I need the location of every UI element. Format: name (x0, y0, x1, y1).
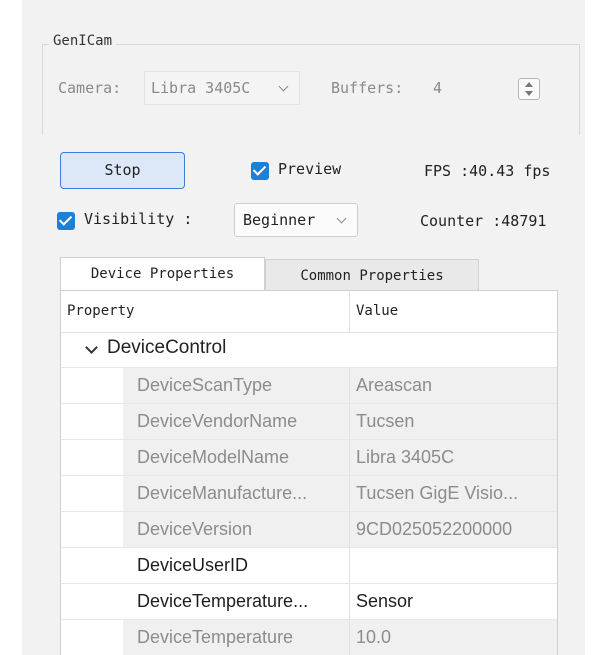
visibility-select[interactable]: Beginner (234, 203, 358, 237)
property-value-input[interactable] (350, 548, 557, 583)
property-value-select[interactable]: Sensor (350, 584, 557, 619)
property-name: DeviceManufacture... (123, 476, 350, 511)
genicam-group-box (42, 44, 580, 135)
column-header-value[interactable]: Value (350, 291, 557, 333)
property-name: DeviceModelName (123, 440, 350, 475)
table-row[interactable]: DeviceVersion 9CD025052200000 (61, 511, 557, 547)
preview-checkbox[interactable] (251, 162, 269, 180)
buffers-spinner[interactable] (518, 78, 540, 100)
tab-common-properties[interactable]: Common Properties (265, 259, 479, 291)
camera-select[interactable]: Libra 3405C (144, 71, 300, 105)
property-value: Areascan (350, 368, 557, 403)
property-value: 10.0 (350, 620, 557, 655)
table-row[interactable]: DeviceModelName Libra 3405C (61, 439, 557, 475)
property-name: DeviceUserID (123, 548, 350, 583)
table-row[interactable]: DeviceTemperature... Sensor (61, 583, 557, 619)
property-value: 9CD025052200000 (350, 512, 557, 547)
category-label: DeviceControl (107, 337, 227, 358)
table-row[interactable]: DeviceManufacture... Tucsen GigE Visio..… (61, 475, 557, 511)
column-header-property[interactable]: Property (61, 291, 350, 333)
category-row[interactable]: DeviceControl (61, 333, 557, 367)
preview-label[interactable]: Preview (278, 160, 341, 178)
table-row[interactable]: DeviceTemperature 10.0 (61, 619, 557, 655)
tab-device-properties[interactable]: Device Properties (60, 257, 265, 291)
chevron-down-icon[interactable] (85, 341, 98, 354)
property-value: Libra 3405C (350, 440, 557, 475)
stop-button[interactable]: Stop (60, 152, 185, 189)
visibility-checkbox[interactable] (57, 212, 75, 230)
visibility-select-value: Beginner (243, 211, 316, 229)
property-name: DeviceTemperature... (123, 584, 350, 619)
table-row[interactable]: DeviceScanType Areascan (61, 367, 557, 403)
property-name: DeviceVersion (123, 512, 350, 547)
chevron-down-icon (278, 81, 289, 92)
buffers-label: Buffers: (331, 79, 404, 97)
fps-readout: FPS :40.43 fps (424, 162, 551, 180)
camera-label: Camera: (58, 79, 122, 97)
counter-readout: Counter :48791 (420, 212, 547, 230)
spin-down-icon[interactable] (525, 91, 533, 96)
buffers-input[interactable]: 4 (433, 79, 442, 97)
spin-up-icon[interactable] (525, 82, 533, 87)
property-table: Property Value DeviceControl DeviceScanT… (60, 290, 558, 655)
camera-select-value: Libra 3405C (151, 79, 251, 97)
property-value: Tucsen GigE Visio... (350, 476, 557, 511)
group-title: GenICam (49, 33, 117, 49)
table-row[interactable]: DeviceVendorName Tucsen (61, 403, 557, 439)
visibility-label: Visibility : (84, 210, 193, 228)
property-name: DeviceVendorName (123, 404, 350, 439)
property-name: DeviceScanType (123, 368, 350, 403)
table-row[interactable]: DeviceUserID (61, 547, 557, 583)
chevron-down-icon (336, 213, 347, 224)
property-value: Tucsen (350, 404, 557, 439)
property-name: DeviceTemperature (123, 620, 350, 655)
